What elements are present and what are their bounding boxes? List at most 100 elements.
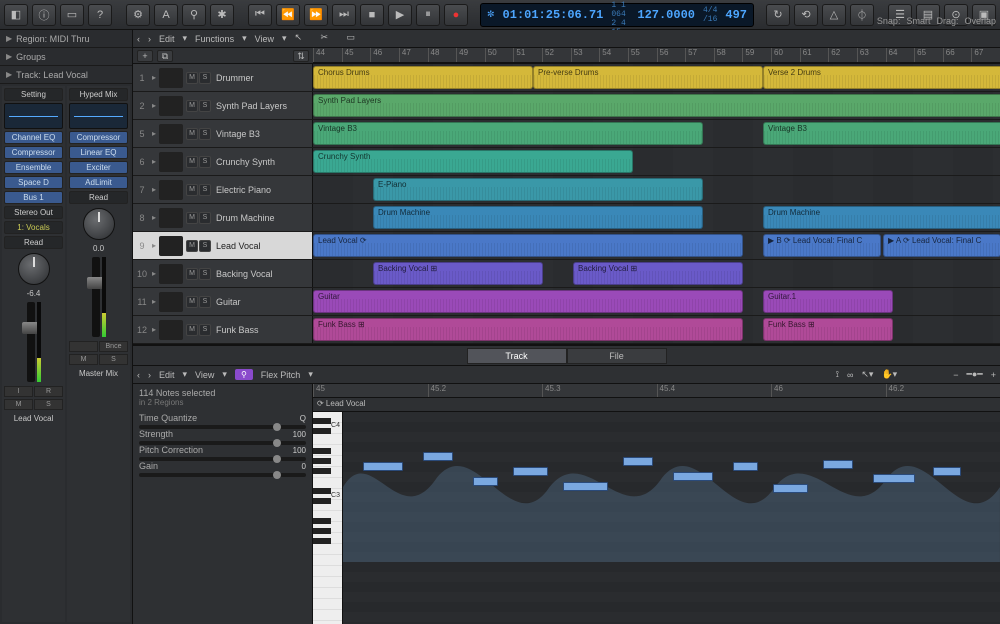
solo-button[interactable]: S bbox=[199, 268, 211, 280]
track-name[interactable]: Funk Bass bbox=[214, 325, 310, 335]
editor-menu-edit[interactable]: Edit bbox=[159, 370, 175, 380]
track-icon[interactable] bbox=[159, 320, 183, 340]
mute-button[interactable]: M bbox=[186, 156, 198, 168]
region[interactable]: Synth Pad Layers bbox=[313, 94, 1000, 117]
io-buttons[interactable]: Bnce bbox=[69, 341, 128, 352]
duplicate-track-button[interactable]: ⧉ bbox=[157, 50, 173, 62]
flex-pitch-note[interactable] bbox=[733, 462, 758, 471]
snap-value[interactable]: Smart bbox=[906, 16, 930, 26]
chevron-left-icon[interactable]: ‹ bbox=[137, 370, 140, 380]
track-icon[interactable] bbox=[159, 264, 183, 284]
menu-edit[interactable]: Edit bbox=[159, 34, 175, 44]
track-lane[interactable]: Drum MachineDrum Machine bbox=[313, 204, 1000, 231]
volume-fader[interactable] bbox=[92, 257, 100, 337]
cycle-icon[interactable]: ↻ bbox=[766, 4, 790, 26]
stop-icon[interactable]: ■ bbox=[360, 4, 384, 26]
menu-functions[interactable]: Functions bbox=[195, 34, 234, 44]
mute-button[interactable]: M bbox=[186, 100, 198, 112]
mute-button[interactable]: M bbox=[186, 128, 198, 140]
channel-setting[interactable]: Setting bbox=[4, 88, 63, 101]
insert-slot[interactable]: Space D bbox=[4, 176, 63, 189]
solo-button[interactable]: S bbox=[199, 100, 211, 112]
drag-value[interactable]: Overlap bbox=[964, 16, 996, 26]
fast-rewind-icon[interactable]: ⏪ bbox=[276, 4, 300, 26]
flex-pitch-note[interactable] bbox=[873, 474, 915, 483]
region[interactable]: Guitar bbox=[313, 290, 743, 313]
insert-slot[interactable]: AdLimit bbox=[69, 176, 128, 189]
param-value[interactable]: 100 bbox=[293, 446, 306, 455]
add-track-button[interactable]: + bbox=[137, 50, 153, 62]
track-header[interactable]: 10▸MSBacking Vocal bbox=[133, 260, 313, 287]
solo-button[interactable]: S bbox=[199, 324, 211, 336]
flex-mode-label[interactable]: Flex Pitch bbox=[261, 370, 301, 380]
disclosure-icon[interactable]: ▸ bbox=[152, 157, 156, 166]
track-name[interactable]: Guitar bbox=[214, 297, 310, 307]
editor-menu-view[interactable]: View bbox=[195, 370, 214, 380]
insert-slot[interactable]: Compressor bbox=[69, 131, 128, 144]
track-icon[interactable] bbox=[159, 236, 183, 256]
region[interactable]: Funk Bass ⊞ bbox=[763, 318, 893, 341]
track-lane[interactable]: Crunchy Synth bbox=[313, 148, 1000, 175]
track-name[interactable]: Vintage B3 bbox=[214, 129, 310, 139]
replace-icon[interactable]: ⟲ bbox=[794, 4, 818, 26]
track-name[interactable]: Backing Vocal bbox=[214, 269, 310, 279]
param-value[interactable]: 0 bbox=[302, 462, 306, 471]
param-slider[interactable] bbox=[139, 457, 306, 461]
flex-pitch-note[interactable] bbox=[363, 462, 403, 471]
record-icon[interactable]: ● bbox=[444, 4, 468, 26]
piano-keyboard[interactable]: C4C3 bbox=[313, 412, 343, 624]
timeline-ruler[interactable]: 4445464748495051525354555657585960616263… bbox=[313, 48, 1000, 63]
region[interactable]: Chorus Drums bbox=[313, 66, 533, 89]
chevron-left-icon[interactable]: ‹ bbox=[137, 34, 140, 44]
region[interactable]: Lead Vocal ⟳ bbox=[313, 234, 743, 257]
track-name[interactable]: Drum Machine bbox=[214, 213, 310, 223]
flex-icon[interactable]: ⚲ bbox=[182, 4, 206, 26]
zoom-slider[interactable]: ━●━ bbox=[966, 369, 982, 380]
track-lane[interactable]: Synth Pad Layers bbox=[313, 92, 1000, 119]
link-icon[interactable]: ∞ bbox=[847, 370, 853, 380]
solo-button[interactable]: S bbox=[199, 184, 211, 196]
lcd-display[interactable]: ✼ 01:01:25:06.71 063 1 1 064 2 4 15 127.… bbox=[480, 3, 754, 27]
tab-file[interactable]: File bbox=[567, 348, 667, 364]
play-icon[interactable]: ▶ bbox=[388, 4, 412, 26]
count-in-icon[interactable]: △ bbox=[822, 4, 846, 26]
eq-thumbnail[interactable] bbox=[69, 103, 128, 129]
param-slider[interactable] bbox=[139, 425, 306, 429]
hand-tool-icon[interactable]: ✋▾ bbox=[881, 369, 897, 380]
marquee-tool-icon[interactable]: ▭ bbox=[347, 32, 365, 46]
insert-slot[interactable]: Compressor bbox=[4, 146, 63, 159]
region[interactable]: E-Piano bbox=[373, 178, 703, 201]
disclosure-icon[interactable]: ▸ bbox=[152, 129, 156, 138]
track-header[interactable]: 6▸MSCrunchy Synth bbox=[133, 148, 313, 175]
note-grid[interactable] bbox=[343, 412, 1000, 624]
inspector-groups[interactable]: ▶Groups bbox=[0, 48, 132, 66]
track-header[interactable]: 1▸MSDrummer bbox=[133, 64, 313, 91]
output-slot[interactable]: Stereo Out bbox=[4, 206, 63, 219]
mute-button[interactable]: M bbox=[186, 184, 198, 196]
track-lane[interactable]: Chorus DrumsPre-verse DrumsVerse 2 Drums bbox=[313, 64, 1000, 91]
automation-mode[interactable]: Read bbox=[4, 236, 63, 249]
solo-button[interactable]: S bbox=[199, 156, 211, 168]
track-name[interactable]: Drummer bbox=[214, 73, 310, 83]
inspector-icon[interactable]: ⓘ bbox=[32, 4, 56, 26]
solo-button[interactable]: S bbox=[199, 212, 211, 224]
automation-icon[interactable]: A bbox=[154, 4, 178, 26]
solo-button[interactable]: S bbox=[199, 128, 211, 140]
solo-button[interactable]: S bbox=[199, 240, 211, 252]
solo-button[interactable]: S bbox=[199, 296, 211, 308]
flex-pitch-note[interactable] bbox=[623, 457, 653, 466]
region[interactable]: Backing Vocal ⊞ bbox=[373, 262, 543, 285]
io-buttons[interactable]: IR bbox=[4, 386, 63, 397]
catch-icon[interactable]: ⟟ bbox=[836, 369, 839, 380]
track-lane[interactable]: Funk Bass ⊞Funk Bass ⊞ bbox=[313, 316, 1000, 343]
region[interactable]: Drum Machine bbox=[763, 206, 1000, 229]
pointer-tool-icon[interactable]: ↖ bbox=[295, 32, 313, 46]
fast-forward-icon[interactable]: ⏩ bbox=[304, 4, 328, 26]
flex-pitch-note[interactable] bbox=[673, 472, 713, 481]
mute-button[interactable]: M bbox=[186, 268, 198, 280]
toolbar-icon[interactable]: ▭ bbox=[60, 4, 84, 26]
flex-pitch-note[interactable] bbox=[423, 452, 453, 461]
insert-slot[interactable]: Ensemble bbox=[4, 161, 63, 174]
track-name[interactable]: Lead Vocal bbox=[214, 241, 310, 251]
param-value[interactable]: 100 bbox=[293, 430, 306, 439]
